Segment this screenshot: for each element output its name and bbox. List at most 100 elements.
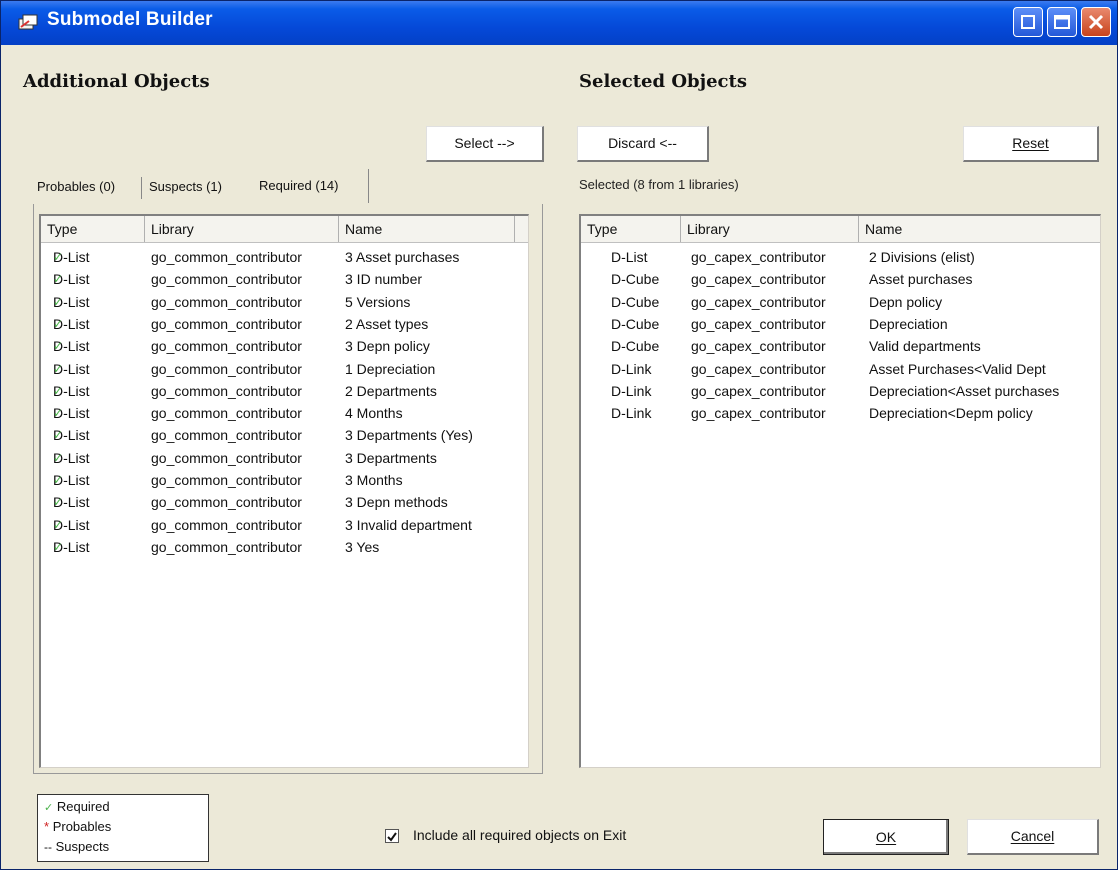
table-row[interactable]: D-Link go_capex_contributor Asset Purchase… [581, 358, 1100, 380]
table-row[interactable]: D-Link go_capex_contributor Depreciation<A… [581, 380, 1100, 402]
cell-library: go_common_contributor [151, 335, 302, 357]
checkmark-icon: ✓ [53, 428, 64, 443]
cell-type: ✓ D-List [53, 313, 90, 335]
cell-text: 3 Yes [345, 538, 380, 555]
close-icon [1088, 14, 1104, 30]
cell-name: 3 Invalid department [345, 514, 472, 536]
cell-text: go_capex_contributor [691, 382, 826, 399]
selected-objects-heading: Selected Objects [579, 71, 747, 92]
column-header-name[interactable]: Name [859, 216, 1100, 242]
legend-item-probables: * Probables [44, 817, 111, 837]
cell-library: go_common_contributor [151, 447, 302, 469]
cancel-button[interactable]: Cancel [967, 819, 1099, 855]
table-row[interactable]: ✓ D-List go_common_contributor 3 Invalid de… [41, 514, 528, 536]
table-row[interactable]: ✓ D-List go_common_contributor 4 Months [41, 402, 528, 424]
minimize-button[interactable] [1013, 7, 1043, 37]
table-row[interactable]: D-Cube go_capex_contributor Valid departme… [581, 335, 1100, 357]
legend-item-required: ✓ Required [44, 797, 110, 817]
cell-text: go_common_contributor [151, 338, 302, 355]
table-row[interactable]: ✓ D-List go_common_contributor 5 Versions [41, 291, 528, 313]
column-header-type[interactable]: Type [581, 216, 681, 242]
cell-text: go_common_contributor [151, 516, 302, 533]
column-header-type[interactable]: Type [41, 216, 145, 242]
table-row[interactable]: ✓ D-List go_common_contributor 2 Department… [41, 380, 528, 402]
checkmark-icon: ✓ [53, 450, 64, 465]
cell-text: 2 Departments [345, 382, 437, 399]
cell-text: D-List [611, 249, 648, 265]
cell-name: 3 Departments [345, 447, 437, 469]
close-button[interactable] [1081, 7, 1111, 37]
dash-icon: -- [44, 840, 52, 854]
table-row[interactable]: D-Cube go_capex_contributor Depn policy [581, 291, 1100, 313]
table-row[interactable]: ✓ D-List go_common_contributor 3 Department… [41, 447, 528, 469]
cell-library: go_common_contributor [151, 291, 302, 313]
tab-suspects[interactable]: Suspects (1) [149, 173, 249, 203]
selected-objects-list[interactable]: Type Library Name D-List go_capex_contrib… [579, 214, 1101, 768]
cell-text: Depreciation<Depm policy [869, 405, 1033, 422]
cell-type: D-Link [611, 380, 651, 402]
table-row[interactable]: ✓ D-List go_common_contributor 3 Department… [41, 424, 528, 446]
tab-probables[interactable]: Probables (0) [37, 173, 137, 203]
checkmark-icon: ✓ [53, 473, 64, 487]
cell-text: go_common_contributor [151, 449, 302, 466]
cell-text: 3 Departments [345, 449, 437, 466]
cell-type: D-Link [611, 358, 651, 380]
cell-text: go_capex_contributor [691, 271, 826, 288]
cell-text: Depreciation [869, 315, 948, 332]
cell-text: Depreciation<Asset purchases [869, 382, 1060, 399]
cell-text: D-Link [611, 360, 652, 377]
cell-text: go_common_contributor [151, 538, 302, 555]
table-row[interactable]: ✓ D-List go_common_contributor 3 Depn metho… [41, 491, 528, 513]
column-header-name[interactable]: Name [339, 216, 515, 242]
column-header-library[interactable]: Library [145, 216, 339, 242]
reset-button[interactable]: Reset [963, 126, 1099, 162]
cell-name: 3 Yes [345, 536, 379, 558]
app-icon [18, 14, 38, 30]
cell-text: go_capex_contributor [691, 338, 826, 355]
table-row[interactable]: ✓ D-List go_common_contributor 1 Depreciati… [41, 358, 528, 380]
cell-text: 2 Asset types [345, 315, 429, 332]
ok-button[interactable]: OK [823, 819, 949, 855]
table-row[interactable]: ✓ D-List go_common_contributor 2 Asset type… [41, 313, 528, 335]
table-row[interactable]: ✓ D-List go_common_contributor 3 ID number [41, 268, 528, 290]
submodel-builder-window: Submodel Builder Additional Objects Sele… [0, 0, 1118, 870]
cell-type: ✓ D-List [53, 536, 90, 558]
checkmark-icon: ✓ [53, 495, 64, 510]
cell-text: go_common_contributor [151, 271, 302, 288]
table-row[interactable]: D-Cube go_capex_contributor Asset purchase… [581, 268, 1100, 290]
discard-button[interactable]: Discard <-- [577, 126, 709, 162]
cell-text: 3 ID number [345, 271, 423, 288]
include-required-checkbox[interactable] [385, 829, 399, 843]
include-required-label[interactable]: Include all required objects on Exit [413, 827, 626, 843]
table-row[interactable]: D-Link go_capex_contributor Depreciation<D… [581, 402, 1100, 424]
cell-library: go_capex_contributor [691, 335, 826, 357]
table-row[interactable]: ✓ D-List go_common_contributor 3 Asset purc… [41, 246, 528, 268]
cell-name: 3 Departments (Yes) [345, 424, 473, 446]
asterisk-icon: * [44, 819, 50, 834]
table-row[interactable]: ✓ D-List go_common_contributor 3 Yes [41, 536, 528, 558]
ok-label: OK [875, 829, 897, 845]
cancel-label: Cancel [1010, 828, 1055, 844]
table-row[interactable]: D-Cube go_capex_contributor Depreciation [581, 313, 1100, 335]
checkmark-icon: ✓ [53, 339, 64, 354]
checkmark-icon: ✓ [53, 517, 64, 532]
cell-text: Valid departments [869, 338, 981, 355]
cell-text: 3 Months [345, 472, 403, 488]
cell-text: go_common_contributor [151, 360, 302, 377]
cell-name: Depreciation<Depm policy [869, 402, 1033, 424]
checkmark-icon: ✓ [53, 316, 64, 331]
column-header-library[interactable]: Library [681, 216, 859, 242]
cell-type: D-Cube [611, 268, 659, 290]
table-row[interactable]: D-List go_capex_contributor 2 Divisions (e… [581, 246, 1100, 268]
title-bar[interactable]: Submodel Builder [1, 1, 1117, 45]
cell-library: go_common_contributor [151, 380, 302, 402]
cell-type: ✓ D-List [53, 447, 90, 469]
tab-required[interactable]: Required (14) [251, 169, 369, 203]
select-button[interactable]: Select --> [426, 126, 544, 162]
maximize-button[interactable] [1047, 7, 1077, 37]
cell-text: Asset Purchases<Valid Dept [869, 360, 1046, 377]
cell-text: go_common_contributor [151, 405, 302, 422]
table-row[interactable]: ✓ D-List go_common_contributor 3 Depn polic… [41, 335, 528, 357]
additional-objects-list[interactable]: Type Library Name ✓ D-List go_common_contr… [39, 214, 529, 768]
table-row[interactable]: ✓ D-List go_common_contributor 3 Months [41, 469, 528, 491]
